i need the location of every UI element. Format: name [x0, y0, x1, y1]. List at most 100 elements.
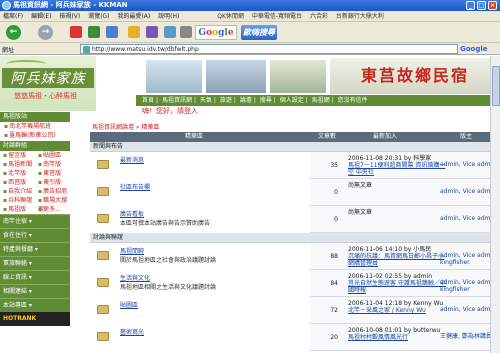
logo-swoosh: [6, 60, 46, 68]
sidebar-item-photos[interactable]: 貼圖區: [35, 151, 70, 160]
sidebar-button-online[interactable]: 線上資訊: [0, 270, 70, 284]
folder-icon: [97, 160, 109, 169]
menu-bar: 檔案(F) 編輯(E) 檢視(V) 瀏覽(G) 我的最愛(A) 說明(H) QK…: [0, 11, 500, 22]
forum-name-link[interactable]: 生活與文化: [120, 273, 150, 282]
section-heading: 討論與聯誼: [90, 233, 500, 243]
site-logo[interactable]: 阿兵妹家族 悠悠馬祖・心醉馬祖: [0, 56, 96, 111]
sidebar-button-lodging[interactable]: 南竿住宿: [0, 214, 70, 228]
refresh-icon[interactable]: [88, 26, 100, 38]
moderators[interactable]: admin, Vice admin: [440, 215, 496, 222]
last-post-time: 2006-11-08 20:31 by 科學家: [348, 155, 432, 162]
moderators[interactable]: admin, Vice admin: [440, 188, 496, 195]
minimize-button[interactable]: _: [466, 1, 475, 10]
nav-info[interactable]: 馬祖資訊網: [162, 97, 192, 104]
scrollbar-thumb[interactable]: [492, 66, 500, 106]
sidebar-item-intro[interactable]: 自我介紹: [0, 187, 35, 196]
back-icon[interactable]: ←: [6, 25, 21, 40]
sidebar-button-links[interactable]: 相關連結: [0, 284, 70, 298]
sidebar-item-army[interactable]: 兵科聯誼: [0, 196, 35, 205]
hotrank-badge[interactable]: HOTRANK: [0, 312, 70, 326]
last-post: 2006-11-06 14:10 by 小馬民 沉痛的抗議：馬資網馬日郵小昌子小網…: [348, 246, 448, 267]
sidebar-item-flights[interactable]: 南北竿機場航班: [0, 122, 70, 131]
moderators[interactable]: 王健康, 鄭為林講員: [440, 333, 492, 340]
nav-matsu[interactable]: 馬祖網: [312, 97, 330, 104]
table-row: 藝術寫光 20 2006-10-08 01:01 by butterwu 馬祖村村觀風…: [90, 324, 500, 351]
quicklink-taishin[interactable]: 台新銀行大鼎大利: [333, 11, 387, 21]
sidebar-item-guestbook[interactable]: 留言版: [0, 151, 35, 160]
last-post-link[interactable]: 沉痛的抗議：馬資網馬日郵小昌子小網購管理員: [348, 253, 444, 267]
last-post-link[interactable]: 北竿－采風之家 / Kenny Wu: [348, 307, 426, 314]
home-icon[interactable]: [106, 26, 118, 38]
quicklink-lottery[interactable]: 六合彩: [307, 11, 331, 21]
sidebar-item-jobs[interactable]: 職場大搜索: [35, 196, 70, 213]
topic-count: 84: [330, 280, 338, 287]
sidebar-item-dongyin[interactable]: 東引版: [35, 178, 70, 187]
nav-weather[interactable]: 天氣: [200, 97, 212, 104]
favorites-icon[interactable]: [128, 26, 140, 38]
sidebar-button-site[interactable]: 本站專區: [0, 298, 70, 312]
last-post-time: 2006-11-02 02:55 by admin: [348, 273, 433, 280]
logo-brand: 阿兵妹家族: [2, 68, 94, 88]
sidebar-item-nangan[interactable]: 南竿版: [35, 160, 70, 169]
nav-forum[interactable]: 論壇: [240, 97, 252, 104]
forward-icon[interactable]: →: [38, 25, 53, 40]
sidebar-button-transport[interactable]: 食在住行: [0, 228, 70, 242]
sidebar-item-ads[interactable]: 廣告招商: [35, 187, 70, 196]
google-toolbar-label[interactable]: Google: [460, 45, 488, 53]
forum-name-link[interactable]: 藝術寫光: [120, 327, 144, 336]
nav-travel[interactable]: 旅遊: [220, 97, 232, 104]
window-titlebar: 馬祖資訊網 - 阿兵妹家族 - KKMAN _ □ ×: [0, 0, 500, 11]
google-search-button[interactable]: Google: [195, 25, 237, 40]
ohai-search-button[interactable]: 歐嗨搜尋: [241, 25, 277, 40]
stop-icon[interactable]: [70, 26, 82, 38]
moderators[interactable]: admin, Vice admin: [440, 306, 496, 313]
maximize-button[interactable]: □: [477, 1, 486, 10]
last-post-time: 尚無文章: [348, 182, 373, 189]
forum-name-link[interactable]: 廣告看板: [120, 209, 144, 218]
address-input[interactable]: http://www.matsu.idv.tw/dbfwlt.php: [80, 44, 458, 54]
sidebar-item-ferry[interactable]: 臺馬輪(新華公司): [0, 131, 70, 140]
mail-icon[interactable]: [164, 26, 176, 38]
sidebar-item-xiju[interactable]: 西莒版: [0, 178, 35, 187]
header-last: 最新加入: [373, 133, 398, 140]
menu-help[interactable]: 說明(H): [155, 11, 182, 21]
close-button[interactable]: ×: [488, 1, 497, 10]
sidebar-button-products[interactable]: 特產與餐廳: [0, 242, 70, 256]
forum-name-link[interactable]: 貼圖區: [120, 300, 138, 309]
nav-home[interactable]: 首頁: [142, 97, 154, 104]
nav-search[interactable]: 搜尋: [260, 97, 272, 104]
last-post-time: 2006-10-08 01:01 by butterwu: [348, 327, 441, 334]
nav-mail[interactable]: 您沒有信件: [338, 97, 368, 104]
print-icon[interactable]: [180, 26, 192, 38]
sidebar-item-matsu[interactable]: 馬祖版: [0, 205, 35, 214]
quicklink-cht[interactable]: 中華電信-寬頻電台: [249, 11, 305, 21]
sidebar-item-news[interactable]: 馬祖新聞: [0, 160, 35, 169]
last-post-link[interactable]: 馬祖村村觀風情風光行: [348, 334, 408, 341]
topic-count: 20: [330, 334, 338, 341]
quicklink-qk[interactable]: QK休閒網: [214, 11, 247, 21]
sidebar-item-dongju[interactable]: 東莒版: [35, 169, 70, 178]
page-scrollbar[interactable]: [490, 56, 500, 353]
breadcrumb[interactable]: 馬祖資訊網論壇 » 精華區: [92, 122, 160, 131]
last-post-time: 尚無文章: [348, 209, 373, 216]
menu-go[interactable]: 瀏覽(G): [85, 11, 112, 21]
table-row: 社區布告欄 0 尚無文章 admin, Vice admin: [90, 179, 500, 206]
header-forum: 精華區: [185, 133, 204, 140]
sidebar-button-military[interactable]: 軍旅聯絡: [0, 256, 70, 270]
menu-edit[interactable]: 編輯(E): [28, 11, 54, 21]
nav-settings[interactable]: 個人設定: [280, 97, 304, 104]
forum-name-link[interactable]: 社區布告欄: [120, 182, 150, 191]
menu-view[interactable]: 檢視(V): [56, 11, 83, 21]
history-icon[interactable]: [146, 26, 158, 38]
table-row: 貼圖區 72 2006-11-04 12:18 by Kenny Wu 北竿－采風之家…: [90, 297, 500, 324]
forum-name-link[interactable]: 最新消息: [120, 155, 144, 164]
moderators[interactable]: admin, Vice admin: [440, 161, 496, 168]
topic-count: 0: [334, 216, 338, 223]
sidebar-item-more[interactable]: 更多...: [35, 205, 70, 214]
last-post-link[interactable]: 莒光自然生態遊客 守護馬祖鵲鯨／中國時報: [348, 280, 446, 294]
sidebar-item-beigan[interactable]: 北竿版: [0, 169, 35, 178]
last-post-link[interactable]: 馬祖7－11便利超商開幕 資訊搶購一空 中央社: [348, 162, 445, 176]
forum-name-link[interactable]: 馬祖閒聊: [120, 246, 144, 255]
menu-favorites[interactable]: 我的最愛(A): [114, 11, 153, 21]
menu-file[interactable]: 檔案(F): [0, 11, 26, 21]
